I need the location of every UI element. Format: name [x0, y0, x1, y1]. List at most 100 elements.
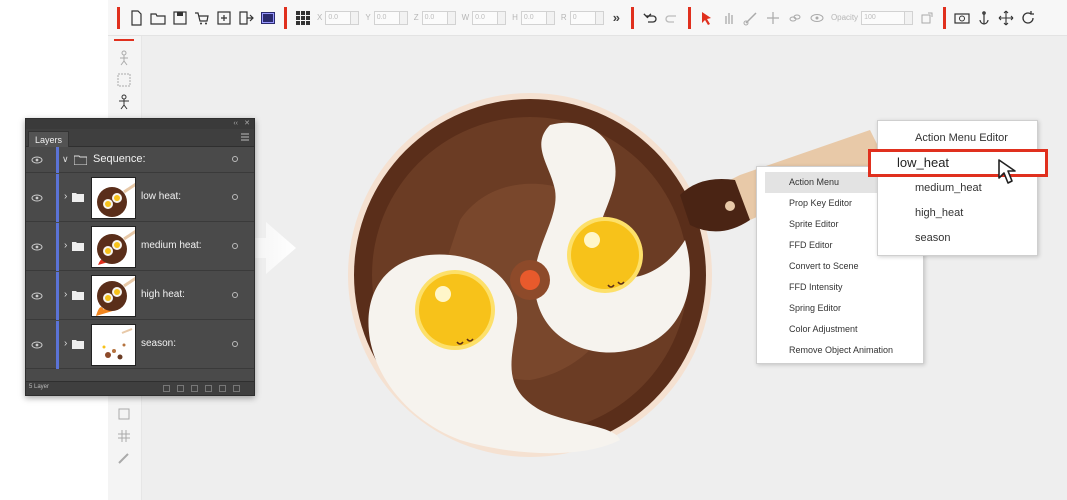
- menu-item-ffd-intensity[interactable]: FFD Intensity: [757, 277, 923, 298]
- hand-icon[interactable]: [720, 9, 738, 27]
- layer-color-bar: [56, 147, 59, 173]
- egg-yolk-left: [419, 274, 491, 346]
- mask-layer-icon[interactable]: [205, 385, 212, 392]
- field-r[interactable]: R0: [561, 10, 604, 25]
- brush-icon[interactable]: [116, 450, 132, 466]
- submenu-item-label: low_heat: [897, 155, 950, 170]
- spinner[interactable]: [399, 10, 408, 25]
- heat-spot: [520, 270, 540, 290]
- spinner[interactable]: [351, 10, 360, 25]
- grid-icon[interactable]: [294, 9, 312, 27]
- camera-icon[interactable]: [953, 9, 971, 27]
- link-aspect-icon[interactable]: [498, 10, 507, 25]
- select-arrow-icon[interactable]: [698, 9, 716, 27]
- visibility-eye-icon[interactable]: [31, 155, 43, 165]
- toolbar-separator: [943, 6, 947, 29]
- submenu-item-high-heat[interactable]: high_heat: [915, 207, 963, 219]
- layer-row-high-heat[interactable]: › high heat:: [26, 272, 254, 320]
- spinner[interactable]: [546, 10, 555, 25]
- rotate-icon[interactable]: [1019, 9, 1037, 27]
- after-effects-icon[interactable]: [259, 9, 277, 27]
- chevron-right-icon[interactable]: ›: [64, 191, 67, 202]
- visibility-eye-icon[interactable]: [31, 193, 43, 203]
- layer-thumbnail: [91, 324, 136, 366]
- menu-item-remove-object-animation[interactable]: Remove Object Animation: [757, 340, 923, 361]
- visibility-eye-icon[interactable]: [31, 340, 43, 350]
- visibility-eye-icon[interactable]: [31, 291, 43, 301]
- chevron-right-icon[interactable]: ›: [64, 338, 67, 349]
- strip-separator: [114, 39, 134, 41]
- field-h[interactable]: H 0.0: [512, 10, 555, 25]
- layer-target-icon[interactable]: [232, 341, 238, 347]
- layer-color-bar: [56, 321, 59, 369]
- redo-icon[interactable]: [663, 9, 681, 27]
- submenu-item-action-menu-editor[interactable]: Action Menu Editor: [915, 132, 1008, 144]
- field-w[interactable]: W 0.0: [462, 10, 507, 25]
- field-z[interactable]: Z 0.0: [414, 10, 456, 25]
- search-layer-icon[interactable]: [177, 385, 184, 392]
- opacity-dropdown[interactable]: [905, 10, 914, 25]
- bone-icon[interactable]: [742, 9, 760, 27]
- layer-row-medium-heat[interactable]: › medium heat:: [26, 223, 254, 271]
- undo-icon[interactable]: [641, 9, 659, 27]
- visibility-eye-icon[interactable]: [31, 242, 43, 252]
- opacity-field[interactable]: Opacity 100: [831, 10, 914, 25]
- link-layer-icon[interactable]: [163, 385, 170, 392]
- chevron-right-icon[interactable]: ›: [64, 289, 67, 300]
- tab-layers[interactable]: Layers: [28, 131, 70, 147]
- delete-layer-icon[interactable]: [233, 385, 240, 392]
- layer-count: 5 Layer: [29, 384, 50, 390]
- cart-icon[interactable]: [193, 9, 211, 27]
- bone-figure-icon[interactable]: [116, 94, 132, 110]
- egg-yolk-right: [571, 221, 639, 289]
- toolbar-separator: [687, 6, 691, 29]
- save-icon[interactable]: [171, 9, 189, 27]
- submenu-item-medium-heat[interactable]: medium_heat: [915, 182, 982, 194]
- spinner[interactable]: [595, 10, 604, 25]
- collapse-icon[interactable]: ‹‹: [233, 119, 238, 129]
- field-y[interactable]: Y 0.0: [365, 10, 408, 25]
- layer-target-icon[interactable]: [232, 194, 238, 200]
- submenu-item-season[interactable]: season: [915, 232, 950, 244]
- new-file-icon[interactable]: [127, 9, 145, 27]
- puppet-icon[interactable]: [116, 50, 132, 66]
- panel-menu-icon[interactable]: [240, 132, 250, 142]
- panel-footer: 5 Layer: [26, 381, 254, 395]
- spinner[interactable]: [447, 10, 456, 25]
- anchor-icon[interactable]: [975, 9, 993, 27]
- layer-target-icon[interactable]: [232, 243, 238, 249]
- folder-icon: [72, 340, 84, 349]
- menu-item-convert-to-scene[interactable]: Convert to Scene: [757, 256, 923, 277]
- transform-icon[interactable]: [764, 9, 782, 27]
- layer-color-bar: [56, 272, 59, 320]
- menu-item-spring-editor[interactable]: Spring Editor: [757, 298, 923, 319]
- chevron-right-icon[interactable]: ›: [64, 240, 67, 251]
- link-icon[interactable]: [786, 9, 804, 27]
- layer-row-season[interactable]: › season:: [26, 321, 254, 369]
- chevron-down-icon[interactable]: ∨: [62, 154, 69, 165]
- layer-target-icon[interactable]: [232, 156, 238, 162]
- grid-small-icon[interactable]: [116, 428, 132, 444]
- frame-icon[interactable]: [116, 72, 132, 88]
- eye-icon[interactable]: [808, 9, 826, 27]
- move-icon[interactable]: [997, 9, 1015, 27]
- more-tools-button[interactable]: »: [613, 10, 620, 25]
- close-icon[interactable]: ✕: [244, 119, 250, 129]
- layer-thumbnail: [91, 226, 136, 268]
- reset-icon[interactable]: [918, 9, 936, 27]
- folder-open-icon: [74, 155, 87, 165]
- panel-footer-icons: [163, 385, 240, 392]
- group-layer-icon[interactable]: [191, 385, 198, 392]
- menu-item-color-adjustment[interactable]: Color Adjustment: [757, 319, 923, 340]
- toolbar-separator: [284, 6, 287, 29]
- export-icon[interactable]: [237, 9, 255, 27]
- layer-color-bar: [56, 174, 59, 222]
- layer-row-low-heat[interactable]: › low heat:: [26, 174, 254, 222]
- layer-stack-icon[interactable]: [116, 406, 132, 422]
- layer-row-sequence[interactable]: ∨ Sequence:: [26, 147, 254, 173]
- import-icon[interactable]: [215, 9, 233, 27]
- layer-target-icon[interactable]: [232, 292, 238, 298]
- field-x[interactable]: X 0.0: [317, 10, 360, 25]
- open-folder-icon[interactable]: [149, 9, 167, 27]
- new-layer-icon[interactable]: [219, 385, 226, 392]
